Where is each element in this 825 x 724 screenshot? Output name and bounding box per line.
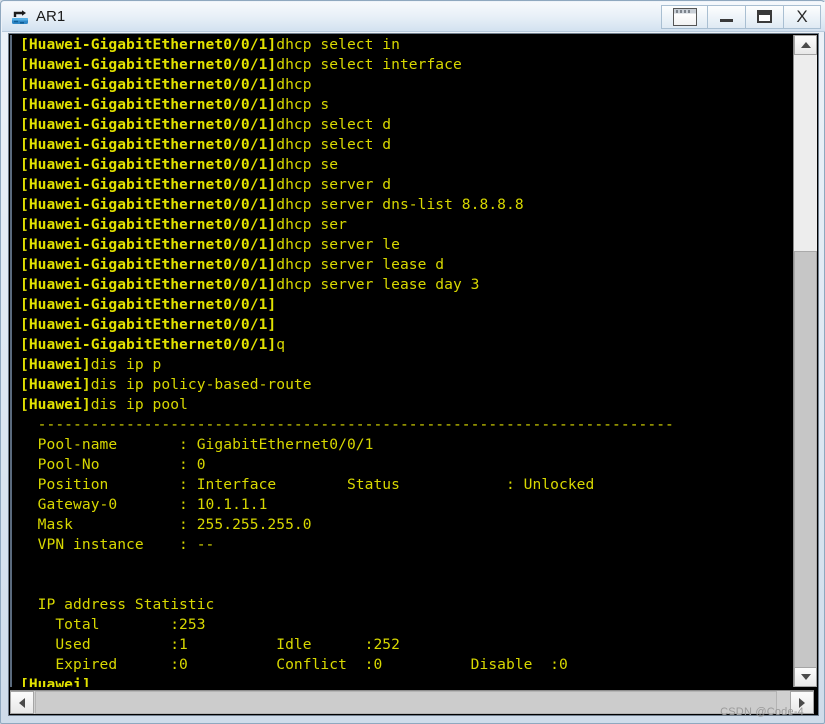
window-stack-icon — [672, 7, 697, 26]
terminal-prompt: [Huawei-GigabitEthernet0/0/1] — [20, 56, 277, 73]
terminal-line: [Huawei-GigabitEthernet0/0/1]dhcp select… — [20, 35, 674, 55]
terminal-frame: [Huawei-GigabitEthernet0/0/1]dhcp select… — [8, 33, 819, 716]
terminal-command: q — [276, 336, 286, 353]
minimize-button[interactable] — [707, 4, 745, 29]
minimize-icon — [720, 18, 733, 22]
terminal-prompt: [Huawei-GigabitEthernet0/0/1] — [20, 316, 277, 333]
terminal-line: [Huawei-GigabitEthernet0/0/1] — [20, 315, 674, 335]
terminal-prompt: [Huawei-GigabitEthernet0/0/1] — [20, 116, 277, 133]
scroll-up-button[interactable] — [794, 35, 817, 55]
terminal-line: Total :253 — [20, 616, 206, 633]
terminal-prompt: [Huawei-GigabitEthernet0/0/1] — [20, 36, 277, 53]
terminal-line: [Huawei]dis ip pool — [20, 395, 674, 415]
terminal-line: [Huawei-GigabitEthernet0/0/1] — [20, 295, 674, 315]
window-titlebar[interactable]: AR1 X — [2, 2, 825, 32]
scroll-right-button[interactable] — [790, 691, 814, 714]
scroll-left-button[interactable] — [10, 691, 34, 714]
terminal-lines: [Huawei-GigabitEthernet0/0/1]dhcp select… — [12, 35, 674, 687]
maximize-button[interactable] — [745, 4, 783, 29]
terminal-inner: [Huawei-GigabitEthernet0/0/1]dhcp select… — [9, 34, 818, 715]
terminal-prompt: [Huawei-GigabitEthernet0/0/1] — [20, 176, 277, 193]
vertical-scrollbar-thumb[interactable] — [794, 251, 817, 679]
vertical-scrollbar[interactable] — [793, 35, 817, 687]
terminal-command: dhcp server lease d — [276, 256, 445, 273]
window-controls: X — [661, 4, 821, 30]
horizontal-scrollbar[interactable] — [10, 690, 814, 714]
ar1-console-window: AR1 X [Huawei-GigabitEthernet0/0/1]dhcp … — [0, 0, 825, 724]
terminal-prompt: [Huawei-GigabitEthernet0/0/1] — [20, 236, 277, 253]
terminal-line: [Huawei-GigabitEthernet0/0/1]dhcp se — [20, 155, 674, 175]
terminal-command: dhcp select d — [276, 116, 392, 133]
terminal-prompt: [Huawei] — [20, 376, 91, 393]
terminal-line: [Huawei-GigabitEthernet0/0/1]dhcp server… — [20, 175, 674, 195]
terminal-prompt: [Huawei-GigabitEthernet0/0/1] — [20, 276, 277, 293]
terminal-line: [Huawei-GigabitEthernet0/0/1]dhcp server… — [20, 275, 674, 295]
terminal-prompt: [Huawei-GigabitEthernet0/0/1] — [20, 76, 277, 93]
terminal-line: [Huawei-GigabitEthernet0/0/1]dhcp select… — [20, 55, 674, 75]
terminal-command: dhcp select interface — [276, 56, 462, 73]
terminal-line: VPN instance : -- — [20, 536, 215, 553]
scroll-down-button[interactable] — [794, 667, 817, 687]
terminal-prompt: [Huawei-GigabitEthernet0/0/1] — [20, 196, 277, 213]
chevron-right-icon — [799, 697, 805, 708]
terminal-prompt: [Huawei-GigabitEthernet0/0/1] — [20, 216, 277, 233]
close-button[interactable]: X — [783, 4, 821, 29]
terminal-line: [Huawei-GigabitEthernet0/0/1]dhcp ser — [20, 215, 674, 235]
terminal-prompt: [Huawei-GigabitEthernet0/0/1] — [20, 156, 277, 173]
terminal-line: IP address Statistic — [20, 596, 215, 613]
terminal-command: dhcp select d — [276, 136, 392, 153]
close-icon: X — [796, 7, 808, 26]
terminal-line: [Huawei-GigabitEthernet0/0/1]dhcp server… — [20, 235, 674, 255]
terminal-command: dhcp server d — [276, 176, 392, 193]
terminal-line: Position : Interface Status : Unlocked — [20, 476, 595, 493]
chevron-up-icon — [800, 42, 811, 48]
terminal-command: dis ip pool — [90, 396, 188, 413]
restore-window-group-button[interactable] — [661, 4, 707, 29]
terminal-line: [Huawei] — [20, 675, 674, 687]
terminal-prompt: [Huawei] — [20, 396, 91, 413]
terminal-prompt: [Huawei-GigabitEthernet0/0/1] — [20, 296, 277, 313]
terminal-command: dhcp s — [276, 96, 330, 113]
terminal-line: Mask : 255.255.255.0 — [20, 516, 312, 533]
terminal-command: dis ip p — [90, 356, 162, 373]
terminal-prompt: [Huawei] — [20, 356, 91, 373]
terminal-command: dhcp — [276, 76, 312, 93]
terminal-line: Expired :0 Conflict :0 Disable :0 — [20, 656, 568, 673]
terminal-prompt: [Huawei] — [20, 676, 91, 687]
maximize-icon — [757, 10, 772, 23]
terminal-line: Pool-No : 0 — [20, 456, 206, 473]
terminal-line: [Huawei-GigabitEthernet0/0/1]dhcp server… — [20, 195, 674, 215]
terminal-line: Pool-name : GigabitEthernet0/0/1 — [20, 436, 374, 453]
terminal-command: dhcp server lease day 3 — [276, 276, 480, 293]
terminal-output-area[interactable]: [Huawei-GigabitEthernet0/0/1]dhcp select… — [10, 35, 792, 687]
window-title: AR1 — [36, 8, 66, 25]
chevron-down-icon — [800, 674, 811, 680]
terminal-line: [Huawei]dis ip p — [20, 355, 674, 375]
terminal-command: dis ip policy-based-route — [90, 376, 312, 393]
terminal-line: [Huawei-GigabitEthernet0/0/1]dhcp s — [20, 95, 674, 115]
terminal-command: dhcp se — [276, 156, 339, 173]
terminal-prompt: [Huawei-GigabitEthernet0/0/1] — [20, 256, 277, 273]
terminal-command: dhcp server le — [276, 236, 400, 253]
horizontal-scrollbar-thumb[interactable] — [35, 691, 777, 714]
terminal-line: Used :1 Idle :252 — [20, 636, 400, 653]
terminal-command: dhcp ser — [276, 216, 347, 233]
terminal-command: dhcp server dns-list 8.8.8.8 — [276, 196, 524, 213]
terminal-line: [Huawei-GigabitEthernet0/0/1]dhcp select… — [20, 115, 674, 135]
terminal-prompt: [Huawei-GigabitEthernet0/0/1] — [20, 336, 277, 353]
terminal-line: ----------------------------------------… — [20, 416, 674, 433]
terminal-line: [Huawei-GigabitEthernet0/0/1]dhcp server… — [20, 255, 674, 275]
terminal-line: [Huawei]dis ip policy-based-route — [20, 375, 674, 395]
terminal-prompt: [Huawei-GigabitEthernet0/0/1] — [20, 96, 277, 113]
terminal-line: Gateway-0 : 10.1.1.1 — [20, 496, 268, 513]
terminal-line: [Huawei-GigabitEthernet0/0/1]dhcp select… — [20, 135, 674, 155]
terminal-command: dhcp select in — [276, 36, 400, 53]
terminal-line: [Huawei-GigabitEthernet0/0/1]q — [20, 335, 674, 355]
chevron-left-icon — [19, 697, 25, 708]
terminal-line: [Huawei-GigabitEthernet0/0/1]dhcp — [20, 75, 674, 95]
terminal-prompt: [Huawei-GigabitEthernet0/0/1] — [20, 136, 277, 153]
router-icon — [10, 7, 30, 27]
